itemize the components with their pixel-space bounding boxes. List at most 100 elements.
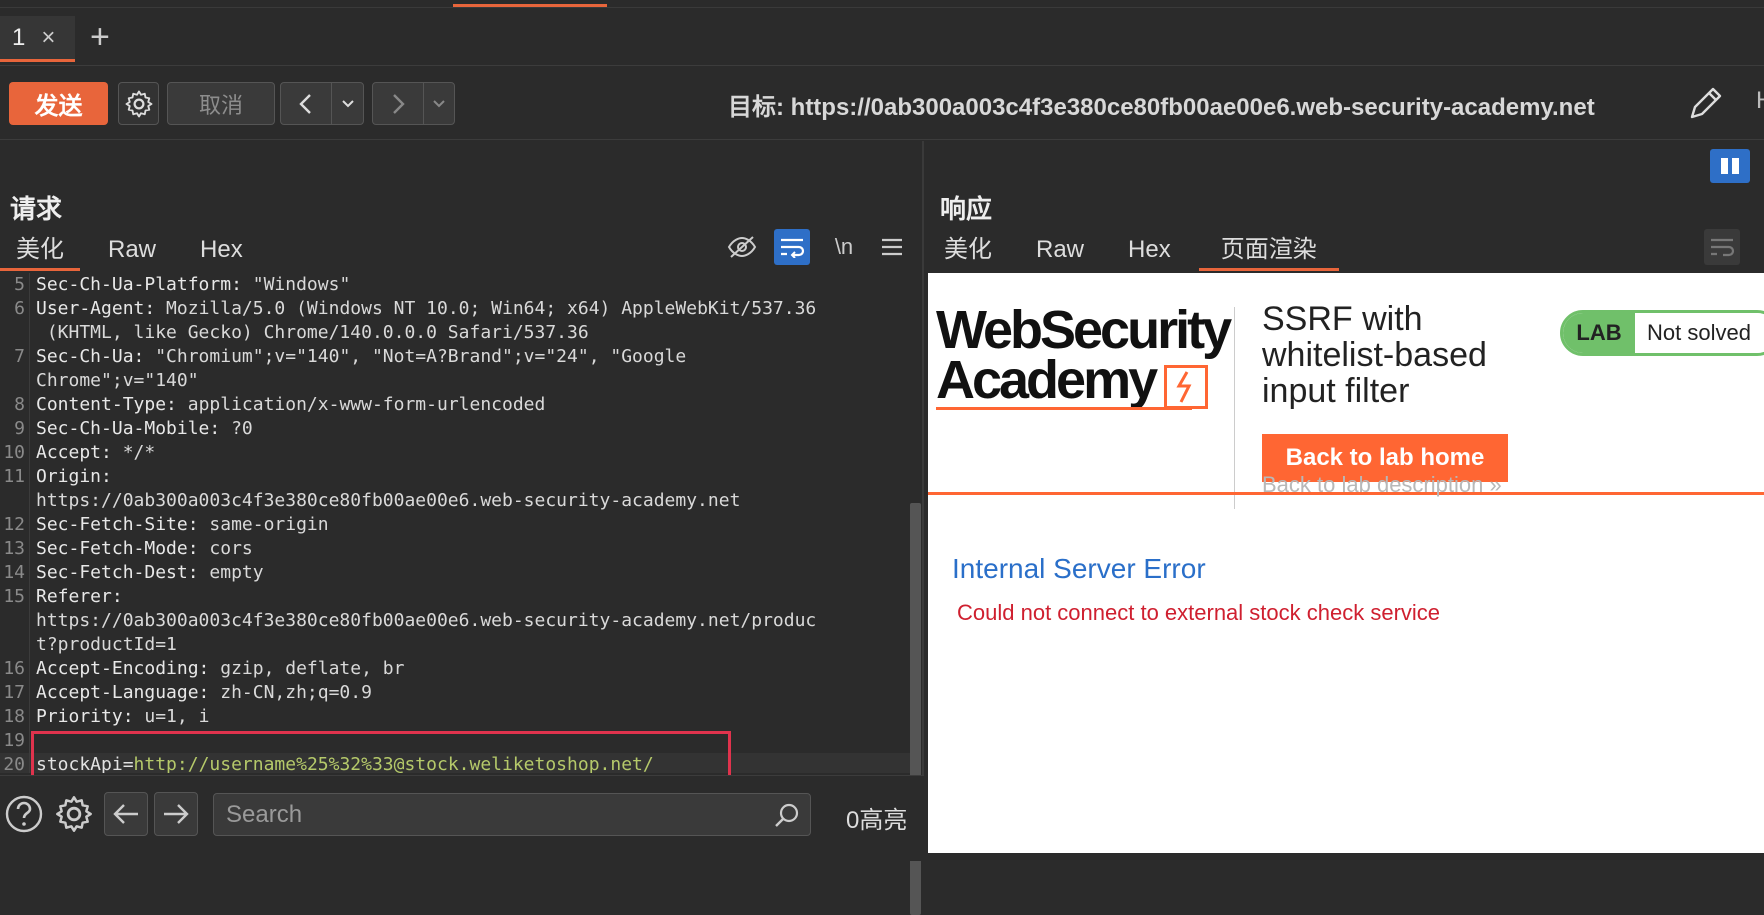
hide-icon[interactable] — [724, 229, 760, 265]
columns-icon — [1721, 158, 1739, 174]
next-match-button[interactable] — [154, 792, 198, 836]
back-button[interactable] — [280, 82, 332, 125]
line-number: 9 — [0, 417, 30, 441]
header-name: Accept-Language: — [36, 682, 210, 703]
back-to-lab-description-link[interactable]: Back to lab description » — [1262, 472, 1502, 498]
line-number: 6 — [0, 297, 30, 321]
code-line: t?productId=1 — [0, 633, 910, 657]
line-number: 17 — [0, 681, 30, 705]
http-menu-label[interactable]: H — [1756, 87, 1764, 115]
code-line: 18 Priority: u=1, i — [0, 705, 910, 729]
active-indicator — [453, 4, 607, 7]
close-icon[interactable]: × — [41, 24, 55, 52]
line-content: https://0ab300a003c4f3e380ce80fb00ae00e6… — [30, 489, 740, 513]
gear-icon — [125, 90, 152, 117]
line-number: 16 — [0, 657, 30, 681]
chevron-down-icon — [341, 99, 354, 107]
header-value: https://0ab300a003c4f3e380ce80fb00ae00e6… — [36, 610, 817, 631]
code-line: https://0ab300a003c4f3e380ce80fb00ae00e6… — [0, 609, 910, 633]
show-newlines-toggle[interactable]: \n — [826, 229, 862, 265]
line-number: 15 — [0, 585, 30, 609]
header-value: https://0ab300a003c4f3e380ce80fb00ae00e6… — [36, 490, 741, 511]
search-icon — [772, 800, 802, 830]
lab-title: SSRF with whitelist-based input filter — [1262, 300, 1487, 410]
header-value: ?0 — [220, 418, 253, 439]
code-line: 16 Accept-Encoding: gzip, deflate, br — [0, 657, 910, 681]
pencil-icon — [1690, 87, 1722, 119]
lab-badge-label: LAB — [1563, 313, 1635, 353]
help-icon — [5, 795, 43, 833]
tab-raw[interactable]: Raw — [92, 231, 172, 271]
line-content: Sec-Ch-Ua: "Chromium";v="140", "Not=A?Br… — [30, 345, 686, 369]
tab-hex[interactable]: Hex — [1112, 231, 1187, 271]
line-content: Content-Type: application/x-www-form-url… — [30, 393, 545, 417]
line-content: Sec-Ch-Ua-Mobile: ?0 — [30, 417, 253, 441]
tab-label: 1 — [12, 23, 26, 51]
wrap-lines-icon[interactable] — [1704, 229, 1740, 265]
tab-render[interactable]: 页面渲染 — [1198, 231, 1339, 271]
search-settings-button[interactable] — [52, 792, 96, 836]
line-content: Sec-Fetch-Dest: empty — [30, 561, 264, 585]
arrow-left-icon — [113, 804, 138, 824]
previous-match-button[interactable] — [104, 792, 148, 836]
line-number — [0, 609, 30, 633]
add-tab-icon[interactable]: + — [90, 20, 110, 54]
line-content: Referer: — [30, 585, 123, 609]
request-view-tabs: 美化 Raw Hex — [0, 231, 259, 271]
line-content: (KHTML, like Gecko) Chrome/140.0.0.0 Saf… — [30, 321, 589, 345]
cancel-button[interactable]: 取消 — [167, 82, 275, 125]
code-line: 12 Sec-Fetch-Site: same-origin — [0, 513, 910, 537]
line-number: 10 — [0, 441, 30, 465]
line-content: Sec-Ch-Ua-Platform: "Windows" — [30, 273, 350, 297]
line-content: Priority: u=1, i — [30, 705, 209, 729]
header-divider — [1234, 307, 1235, 509]
top-strip — [0, 0, 1764, 8]
error-message: Could not connect to external stock chec… — [957, 600, 1441, 625]
line-number: 19 — [0, 729, 30, 753]
wrap-lines-icon[interactable] — [774, 229, 810, 265]
lightning-icon — [1164, 365, 1208, 409]
line-number: 8 — [0, 393, 30, 417]
back-history-dropdown[interactable] — [331, 82, 364, 125]
search-input[interactable]: Search — [213, 793, 811, 836]
header-value: "Windows" — [241, 274, 351, 295]
header-name: User-Agent: — [36, 298, 156, 319]
line-number — [0, 633, 30, 657]
tab-pretty[interactable]: 美化 — [928, 231, 1008, 271]
settings-button[interactable] — [118, 82, 159, 125]
code-line: 11 Origin: — [0, 465, 910, 489]
chevron-right-icon — [393, 93, 405, 114]
line-content: https://0ab300a003c4f3e380ce80fb00ae00e6… — [30, 609, 816, 633]
line-content: Chrome";v="140" — [30, 369, 199, 393]
edit-target-button[interactable] — [1684, 81, 1724, 125]
search-bar: Search 0高亮 — [0, 775, 924, 861]
layout-toggle-button[interactable] — [1710, 149, 1750, 183]
menu-icon[interactable] — [874, 229, 910, 265]
toolbar: 发送 取消 目标: https://0ab300a003c4f3e380ce80… — [0, 67, 1764, 140]
header-value: application/x-www-form-urlencoded — [176, 394, 546, 415]
chevron-down-icon — [433, 99, 445, 107]
highlight-count: 0高亮 — [846, 807, 908, 834]
line-content: Accept-Encoding: gzip, deflate, br — [30, 657, 404, 681]
forward-history-dropdown[interactable] — [423, 82, 455, 125]
header-value: "Chromium";v="140", "Not=A?Brand";v="24"… — [144, 346, 687, 367]
tab-raw[interactable]: Raw — [1020, 231, 1100, 271]
line-number — [0, 369, 30, 393]
send-button[interactable]: 发送 — [9, 82, 108, 125]
tab-pretty[interactable]: 美化 — [0, 231, 80, 271]
line-number: 12 — [0, 513, 30, 537]
header-value: u=1, i — [133, 706, 210, 727]
header-value: t?productId=1 — [36, 634, 177, 655]
header-value: same-origin — [198, 514, 329, 535]
header-name: Referer: — [36, 586, 123, 607]
code-line: (KHTML, like Gecko) Chrome/140.0.0.0 Saf… — [0, 321, 910, 345]
header-name: Sec-Fetch-Dest: — [36, 562, 199, 583]
forward-button[interactable] — [372, 82, 424, 125]
tab-bar: 1 × + — [0, 8, 1764, 66]
help-button[interactable] — [4, 792, 44, 836]
tab-1[interactable]: 1 × — [0, 16, 75, 62]
response-view-tabs: 美化 Raw Hex 页面渲染 — [928, 231, 1339, 271]
request-editor[interactable]: 5 Sec-Ch-Ua-Platform: "Windows" 6 User-Agen… — [0, 273, 910, 773]
tab-hex[interactable]: Hex — [184, 231, 259, 271]
header-name: Accept-Encoding: — [36, 658, 210, 679]
